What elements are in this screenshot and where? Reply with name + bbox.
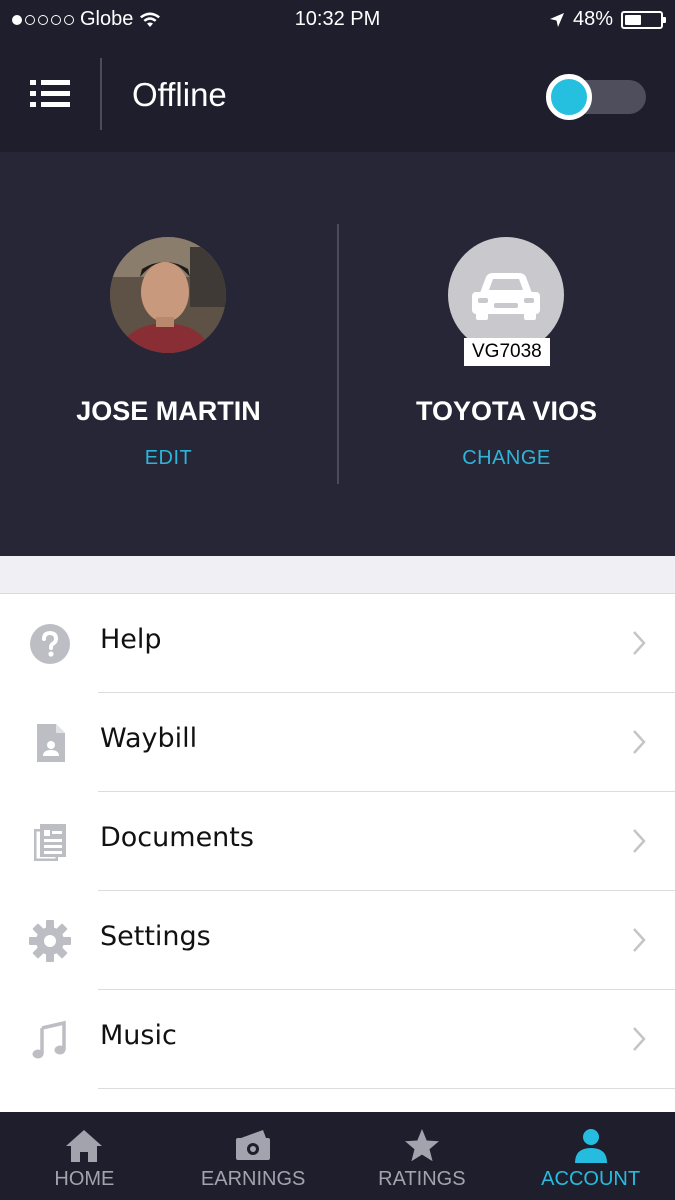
chevron-right-icon xyxy=(633,730,646,754)
tab-label: RATINGS xyxy=(378,1168,466,1190)
toggle-knob[interactable] xyxy=(546,74,592,120)
location-arrow-icon xyxy=(549,12,564,27)
menu-item-music[interactable]: Music xyxy=(0,990,675,1089)
header-divider xyxy=(100,58,102,130)
change-vehicle-link[interactable]: CHANGE xyxy=(338,447,675,470)
online-toggle[interactable] xyxy=(546,74,648,120)
menu-item-label: Waybill xyxy=(100,723,198,754)
menu-item-help[interactable]: Help xyxy=(0,594,675,693)
help-icon xyxy=(30,624,70,664)
chevron-right-icon xyxy=(633,829,646,853)
vehicle-column: VG7038 TOYOTA VIOS CHANGE xyxy=(338,152,675,556)
chevron-right-icon xyxy=(633,928,646,952)
top-header: Offline xyxy=(0,40,675,152)
music-icon xyxy=(32,1020,66,1059)
menu-item-label: Documents xyxy=(100,822,254,853)
profile-panel: JOSE MARTIN EDIT VG7038 TOYOTA VIOS CHAN… xyxy=(0,152,675,556)
menu-item-settings[interactable]: Settings xyxy=(0,891,675,990)
driver-photo xyxy=(110,237,226,353)
earnings-icon xyxy=(236,1130,271,1160)
status-bar: Globe 10:32 PM 48% xyxy=(0,0,675,40)
row-divider xyxy=(98,1088,675,1089)
license-plate: VG7038 xyxy=(464,338,550,366)
battery-fill xyxy=(625,14,642,25)
list-menu-icon[interactable] xyxy=(26,76,72,112)
menu-item-waybill[interactable]: Waybill xyxy=(0,693,675,792)
gear-icon xyxy=(29,920,71,962)
menu-item-label: Music xyxy=(100,1020,177,1051)
vehicle-avatar[interactable] xyxy=(448,237,564,353)
section-spacer xyxy=(0,556,675,594)
battery-icon xyxy=(621,10,666,29)
waybill-icon xyxy=(37,724,65,762)
tab-label: EARNINGS xyxy=(200,1168,306,1190)
battery-percent: 48% xyxy=(572,8,613,30)
tab-earnings[interactable]: EARNINGS xyxy=(169,1112,338,1200)
driver-column: JOSE MARTIN EDIT xyxy=(0,152,337,556)
vehicle-name: TOYOTA VIOS xyxy=(415,396,598,426)
bottom-tab-bar: HOME EARNINGS RATINGS ACCOUNT xyxy=(0,1112,675,1200)
driver-name: JOSE MARTIN xyxy=(76,396,261,426)
star-icon xyxy=(404,1129,439,1162)
menu-item-documents[interactable]: Documents xyxy=(0,792,675,891)
tab-label: HOME xyxy=(54,1168,115,1190)
person-icon xyxy=(574,1129,607,1163)
account-menu-list: Help Waybill Documents Settings Music xyxy=(0,594,675,1089)
online-status-title: Offline xyxy=(132,76,227,113)
tab-label: ACCOUNT xyxy=(541,1168,641,1190)
chevron-right-icon xyxy=(633,631,646,655)
documents-icon xyxy=(34,824,66,861)
edit-profile-link[interactable]: EDIT xyxy=(0,447,337,470)
car-icon xyxy=(472,273,540,320)
menu-item-label: Help xyxy=(100,624,162,655)
driver-avatar[interactable] xyxy=(110,237,226,353)
chevron-right-icon xyxy=(633,1027,646,1051)
status-right-group: 48% xyxy=(549,8,666,31)
tab-home[interactable]: HOME xyxy=(0,1112,169,1200)
tab-ratings[interactable]: RATINGS xyxy=(338,1112,507,1200)
tab-account[interactable]: ACCOUNT xyxy=(506,1112,675,1200)
home-icon xyxy=(66,1130,103,1162)
menu-item-label: Settings xyxy=(100,921,211,952)
